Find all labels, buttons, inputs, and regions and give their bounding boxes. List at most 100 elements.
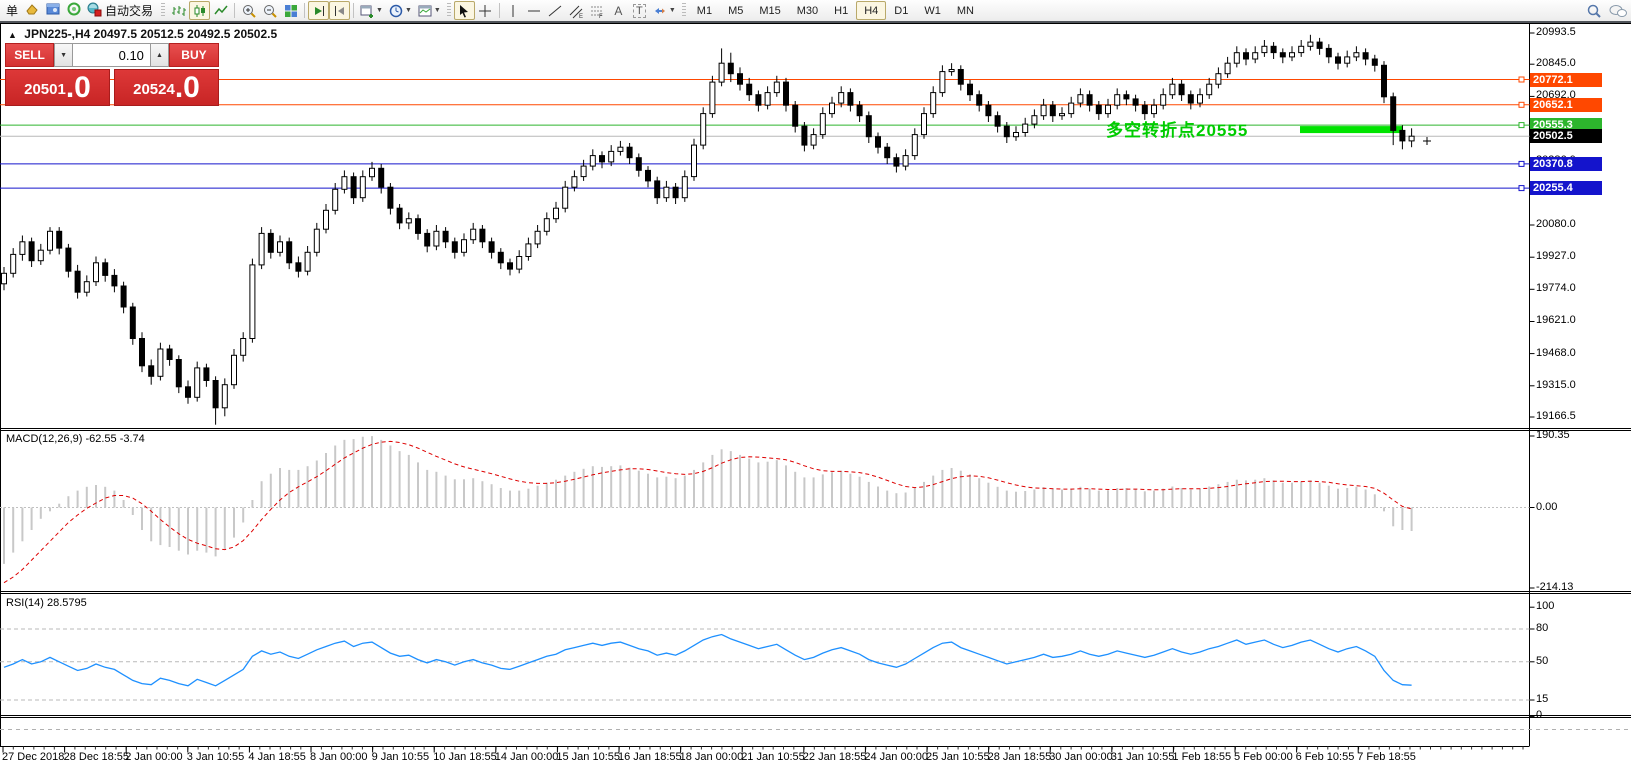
collapse-arrow-icon[interactable]: ▲ xyxy=(8,30,17,40)
price-tick-label: 19468.0 xyxy=(1536,347,1576,359)
price-tick-label: 20080.0 xyxy=(1536,218,1576,230)
tile-windows-icon xyxy=(283,3,299,19)
timeframe-button-d1[interactable]: D1 xyxy=(886,1,916,20)
date-label: 7 Feb 18:55 xyxy=(1357,751,1416,763)
terminal-button[interactable] xyxy=(42,1,63,20)
volume-increase-button[interactable]: ▲ xyxy=(150,43,169,67)
shapes-tool-button[interactable]: ▼ xyxy=(650,1,679,20)
price-tick-label: 19621.0 xyxy=(1536,314,1576,326)
horizontal-line-icon xyxy=(526,3,542,19)
price-tick-label: 20845.0 xyxy=(1536,57,1576,69)
new-chart-icon xyxy=(359,3,375,19)
crosshair-tool-button[interactable] xyxy=(475,1,496,20)
date-label: 16 Jan 18:55 xyxy=(618,751,682,763)
date-label: 1 Feb 18:55 xyxy=(1172,751,1231,763)
vertical-line-icon xyxy=(505,3,521,19)
timeframe-button-m15[interactable]: M15 xyxy=(751,1,788,20)
timeframe-button-m30[interactable]: M30 xyxy=(789,1,826,20)
timeframe-button-h4[interactable]: H4 xyxy=(856,1,886,20)
terminal-icon xyxy=(45,1,61,20)
horizontal-line-tool-button[interactable] xyxy=(524,1,545,20)
toolbar-grip[interactable] xyxy=(447,3,451,18)
chart-shift-button[interactable] xyxy=(329,1,350,20)
label-tool-button[interactable]: T xyxy=(629,1,650,20)
zoom-out-button[interactable] xyxy=(259,1,280,20)
price-tick-label: 19774.0 xyxy=(1536,282,1576,294)
fibonacci-tool-button[interactable]: F xyxy=(587,1,608,20)
buy-button[interactable]: BUY xyxy=(169,43,219,67)
chart-title: ▲ JPN225-,H4 20497.5 20512.5 20492.5 205… xyxy=(8,27,277,41)
autotrade-button[interactable]: 自动交易 xyxy=(84,1,158,20)
new-order-button[interactable] xyxy=(21,1,42,20)
pivot-annotation-text[interactable]: 多空转折点20555 xyxy=(1106,116,1248,141)
date-label: 15 Jan 10:55 xyxy=(556,751,620,763)
price-level-badge: 20255.4 xyxy=(1530,181,1602,195)
toolbar-grip[interactable] xyxy=(161,3,165,18)
toolbar-grip[interactable] xyxy=(682,3,686,18)
trading-platform-window: 单 自动交易 ▼ ▼ ▼ E F A T ▼ M1M xyxy=(0,0,1631,774)
timeframe-button-w1[interactable]: W1 xyxy=(916,1,949,20)
period-clock-button[interactable]: ▼ xyxy=(386,1,415,20)
line-chart-button[interactable] xyxy=(210,1,231,20)
zoom-in-button[interactable] xyxy=(238,1,259,20)
date-label: 28 Dec 18:55 xyxy=(64,751,129,763)
price-level-badge: 20502.5 xyxy=(1530,129,1602,143)
text-tool-button[interactable]: A xyxy=(608,1,629,20)
candlestick-chart-button[interactable] xyxy=(189,1,210,20)
date-label: 28 Jan 18:55 xyxy=(988,751,1052,763)
sell-price-big: .0 xyxy=(66,73,91,103)
rsi-indicator-label: RSI(14) 28.5795 xyxy=(6,597,87,609)
date-label: 27 Dec 2018 xyxy=(2,751,64,763)
trendline-tool-button[interactable] xyxy=(545,1,566,20)
auto-scroll-icon xyxy=(311,3,327,19)
chart-shift-icon xyxy=(332,3,348,19)
line-chart-icon xyxy=(213,3,229,19)
rsi-tick-label: 100 xyxy=(1536,600,1554,612)
timeframe-button-m1[interactable]: M1 xyxy=(689,1,720,20)
ping-button[interactable] xyxy=(63,1,84,20)
sell-price-main: 20501 xyxy=(24,77,66,103)
price-tick-label: 19927.0 xyxy=(1536,250,1576,262)
rsi-tick-label: 50 xyxy=(1536,655,1548,667)
cursor-tool-button[interactable] xyxy=(454,1,475,20)
one-click-trading-panel: SELL ▼ 0.10 ▲ BUY 20501.0 20524.0 xyxy=(5,43,219,106)
volume-stepper: ▼ 0.10 ▲ xyxy=(54,43,169,67)
main-toolbar: 单 自动交易 ▼ ▼ ▼ E F A T ▼ M1M xyxy=(0,0,1631,23)
equidistant-channel-icon: E xyxy=(568,3,584,19)
date-label: 31 Jan 10:55 xyxy=(1111,751,1175,763)
timeframe-button-m5[interactable]: M5 xyxy=(720,1,751,20)
cursor-icon xyxy=(456,3,472,19)
date-label: 9 Jan 10:55 xyxy=(372,751,430,763)
vertical-line-tool-button[interactable] xyxy=(503,1,524,20)
bar-chart-button[interactable] xyxy=(168,1,189,20)
chat-icon[interactable] xyxy=(1608,3,1628,19)
macd-tick-label: 0.00 xyxy=(1536,501,1557,513)
sell-price-display[interactable]: 20501.0 xyxy=(5,69,110,106)
chart-profile-button[interactable]: ▼ xyxy=(415,1,444,20)
timeframe-button-h1[interactable]: H1 xyxy=(826,1,856,20)
date-label: 21 Jan 10:55 xyxy=(741,751,805,763)
label-tool-icon: T xyxy=(633,4,646,18)
timeframe-button-mn[interactable]: MN xyxy=(949,1,982,20)
chevron-down-icon: ▼ xyxy=(669,7,676,14)
order-menu-label[interactable]: 单 xyxy=(6,2,18,19)
rsi-tick-label: 0 xyxy=(1536,709,1542,721)
date-label: 22 Jan 18:55 xyxy=(803,751,867,763)
new-chart-button[interactable]: ▼ xyxy=(357,1,386,20)
sell-button[interactable]: SELL xyxy=(5,43,54,67)
date-label: 18 Jan 00:00 xyxy=(680,751,744,763)
channel-tool-button[interactable]: E xyxy=(566,1,587,20)
timeframe-group: M1M5M15M30H1H4D1W1MN xyxy=(689,1,982,21)
volume-input[interactable]: 0.10 xyxy=(73,43,150,67)
search-icon[interactable] xyxy=(1586,3,1602,19)
chart-canvas[interactable] xyxy=(0,0,1631,774)
autotrade-icon xyxy=(86,1,102,20)
buy-price-display[interactable]: 20524.0 xyxy=(114,69,219,106)
auto-scroll-button[interactable] xyxy=(308,1,329,20)
fibonacci-icon: F xyxy=(589,3,605,19)
volume-decrease-button[interactable]: ▼ xyxy=(54,43,73,67)
macd-indicator-label: MACD(12,26,9) -62.55 -3.74 xyxy=(6,433,145,445)
date-label: 3 Jan 10:55 xyxy=(187,751,245,763)
svg-text:E: E xyxy=(579,14,583,19)
tile-windows-button[interactable] xyxy=(280,1,301,20)
